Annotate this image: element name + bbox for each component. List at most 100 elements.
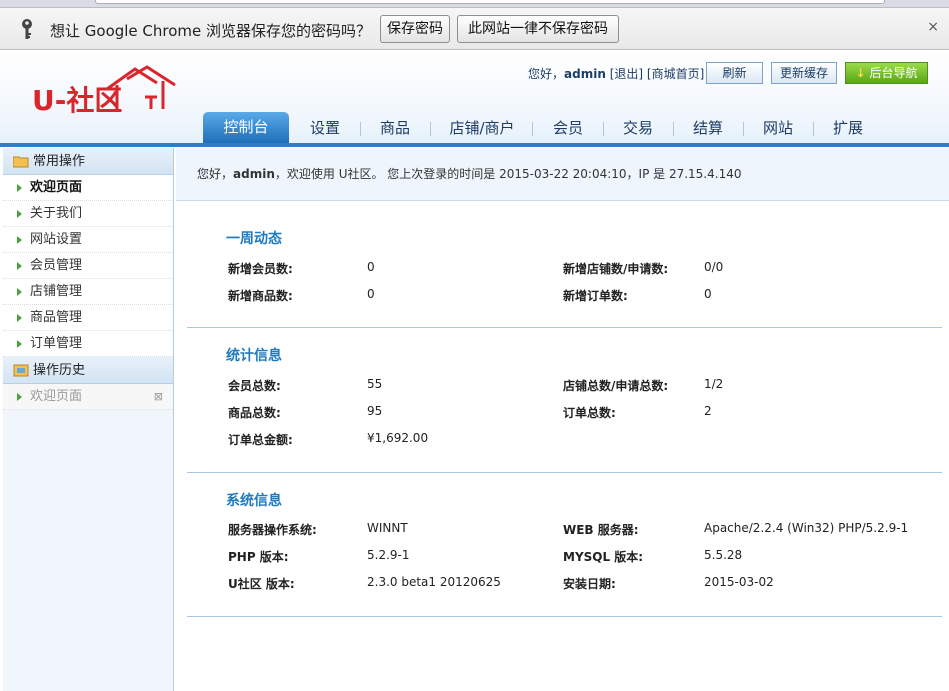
save-password-button[interactable]: 保存密码 [380,15,450,43]
nav-divider [743,122,744,136]
stat-value: 0/0 [704,260,724,274]
sidebar: 常用操作 欢迎页面 关于我们 网站设置 会员管理 店铺管理 商品管理 订单管理 … [3,148,174,691]
nav-divider [532,122,533,136]
stat-label: 商品总数: [228,406,281,420]
backend-nav-label: 后台导航 [869,66,918,80]
stat-label: 订单总数: [563,406,616,420]
sidebar-item-site-settings[interactable]: 网站设置 [3,227,173,253]
infobar-message: 想让 Google Chrome 浏览器保存您的密码吗？ [50,22,372,40]
arrow-right-icon [17,210,22,218]
tab-goods[interactable]: 商品 [365,114,425,143]
mall-home-link[interactable]: [商城首页] [647,67,704,81]
stat-value: 2015-03-02 [704,575,774,589]
history-item-welcome[interactable]: 欢迎页面 ⊠ [3,384,173,410]
section-title: 统计信息 [226,348,282,364]
history-title: 操作历史 [33,363,86,378]
stat-value: 0 [704,287,712,301]
logo[interactable]: U-社区 [30,63,180,117]
stat-label: 店铺总数/申请总数: [563,379,669,393]
stat-value: WINNT [367,521,408,535]
tab-console[interactable]: 控制台 [203,112,289,143]
tab-trade[interactable]: 交易 [608,114,668,143]
stat-label: 新增会员数: [228,262,293,276]
nav-divider [813,122,814,136]
arrow-right-icon [17,340,22,348]
key-icon [22,19,32,39]
greeting: 您好， [528,67,565,81]
never-save-button[interactable]: 此网站一律不保存密码 [457,15,619,43]
nav-divider [673,122,674,136]
common-ops-header[interactable]: 常用操作 [3,148,173,175]
sidebar-item-stores[interactable]: 店铺管理 [3,279,173,305]
tab-settings[interactable]: 设置 [295,114,355,143]
stat-value: 2.3.0 beta1 20120625 [367,575,501,589]
sidebar-item-members[interactable]: 会员管理 [3,253,173,279]
sidebar-item-about[interactable]: 关于我们 [3,201,173,227]
nav-divider [430,122,431,136]
stat-label: MYSQL 版本: [563,550,644,564]
sidebar-item-label: 店铺管理 [30,284,83,299]
arrow-down-icon: ↓ [855,66,866,80]
section-title: 系统信息 [226,493,282,509]
stat-value: Apache/2.2.4 (Win32) PHP/5.2.9-1 [704,521,909,535]
stat-label: U社区 版本: [228,577,295,591]
sidebar-item-label: 商品管理 [30,310,83,325]
stat-value: 5.2.9-1 [367,548,410,562]
sidebar-item-label: 欢迎页面 [30,180,83,195]
tab-extensions[interactable]: 扩展 [818,114,878,143]
logout-link[interactable]: [退出] [610,67,643,81]
sidebar-item-welcome[interactable]: 欢迎页面 [3,175,173,201]
sidebar-item-label: 关于我们 [30,206,83,221]
refresh-button[interactable]: 刷新 [706,62,763,84]
stat-value: 95 [367,404,383,418]
welcome-prefix: 您好， [197,167,234,181]
sysinfo-section: 系统信息 服务器操作系统: WINNT WEB 服务器: Apache/2.2.… [187,473,942,617]
nav-divider [603,122,604,136]
sidebar-item-goods[interactable]: 商品管理 [3,305,173,331]
stats-section: 统计信息 会员总数: 55 店铺总数/申请总数: 1/2 商品总数: 95 订单… [187,328,942,473]
stat-label: 新增订单数: [563,289,628,303]
username: admin [564,67,606,81]
nav-divider [360,122,361,136]
stat-label: PHP 版本: [228,550,289,564]
stat-value: 5.5.28 [704,548,743,562]
arrow-right-icon [17,262,22,270]
weekly-section: 一周动态 新增会员数: 0 新增店铺数/申请数: 0/0 新增商品数: 0 新增… [187,218,942,328]
main-nav: 控制台 设置 商品 店铺/商户 会员 交易 结算 网站 扩展 [0,111,949,147]
stat-label: 服务器操作系统: [228,523,317,537]
history-icon [13,364,29,377]
arrow-right-icon [17,184,22,192]
stat-label: WEB 服务器: [563,523,639,537]
welcome-bar: 您好，admin，欢迎使用 U社区。 您上次登录的时间是 2015-03-22 … [176,148,949,201]
main-content: 您好，admin，欢迎使用 U社区。 您上次登录的时间是 2015-03-22 … [176,148,949,691]
sidebar-item-label: 网站设置 [30,232,83,247]
tab-website[interactable]: 网站 [748,114,808,143]
close-icon[interactable]: × [927,19,939,35]
tab-stores[interactable]: 店铺/商户 [438,114,526,143]
section-title: 一周动态 [226,231,282,247]
password-infobar: 想让 Google Chrome 浏览器保存您的密码吗？ 保存密码 此网站一律不… [0,8,949,50]
tab-members[interactable]: 会员 [538,114,598,143]
update-cache-button[interactable]: 更新缓存 [771,62,837,84]
backend-nav-button[interactable]: ↓ 后台导航 [845,62,928,84]
stat-label: 新增商品数: [228,289,293,303]
address-bar[interactable] [95,0,885,4]
stat-label: 安装日期: [563,577,616,591]
arrow-right-icon [17,393,22,401]
sidebar-item-label: 订单管理 [30,336,83,351]
history-header[interactable]: 操作历史 [3,357,173,384]
stat-value: 2 [704,404,712,418]
common-ops-title: 常用操作 [33,154,86,169]
stat-label: 会员总数: [228,379,281,393]
stat-value: 0 [367,260,375,274]
arrow-right-icon [17,314,22,322]
welcome-text: ，欢迎使用 U社区。 您上次登录的时间是 2015-03-22 20:04:10… [274,167,742,181]
close-icon[interactable]: ⊠ [154,384,163,409]
browser-toolbar [0,0,949,8]
stat-value: 55 [367,377,383,391]
welcome-username: admin [233,167,275,181]
tab-settlement[interactable]: 结算 [678,114,738,143]
house-logo-icon [106,65,176,109]
sidebar-item-orders[interactable]: 订单管理 [3,331,173,357]
history-item-label: 欢迎页面 [30,389,83,404]
